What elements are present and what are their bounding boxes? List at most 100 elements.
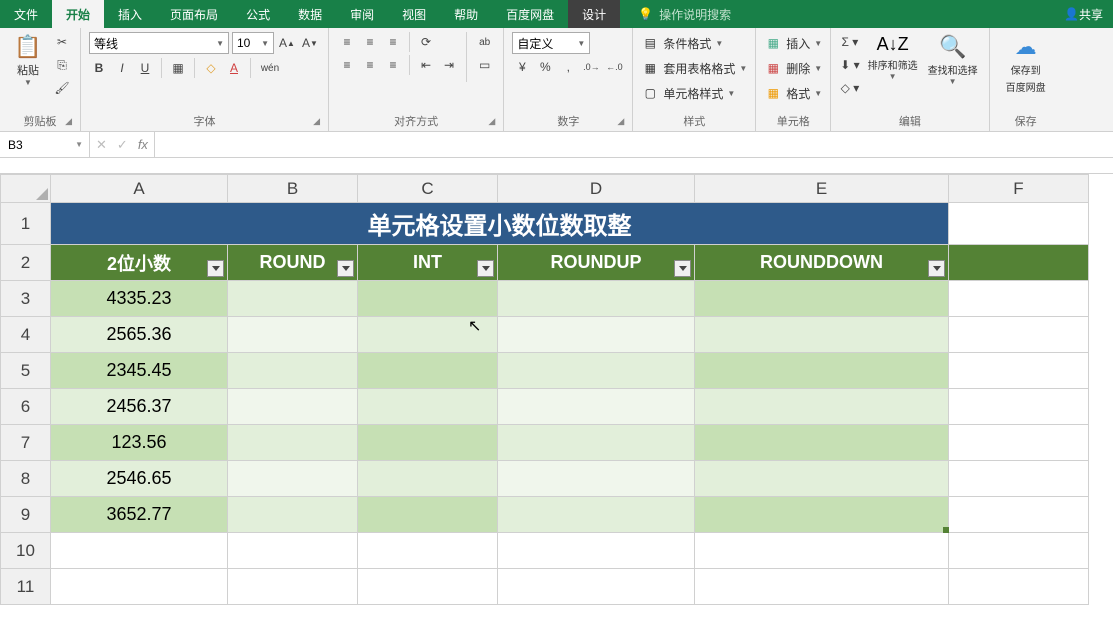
cell[interactable] (949, 497, 1089, 533)
decrease-indent-button[interactable]: ⇤ (416, 55, 436, 75)
cell[interactable] (228, 569, 358, 605)
increase-font-button[interactable]: A▲ (277, 33, 297, 53)
tell-me-search[interactable]: 💡 操作说明搜索 (638, 6, 731, 23)
tab-help[interactable]: 帮助 (440, 0, 492, 28)
cell[interactable]: 2345.45 (51, 353, 228, 389)
increase-indent-button[interactable]: ⇥ (439, 55, 459, 75)
comma-button[interactable]: , (558, 57, 578, 77)
border-button[interactable]: ▦ (168, 58, 188, 78)
col-header-D[interactable]: D (498, 175, 695, 203)
bold-button[interactable]: B (89, 58, 109, 78)
cell[interactable] (949, 281, 1089, 317)
cell[interactable] (695, 533, 949, 569)
cell[interactable]: 2456.37 (51, 389, 228, 425)
row-header[interactable]: 3 (1, 281, 51, 317)
cell[interactable] (358, 353, 498, 389)
share-button[interactable]: 👤 共享 (1064, 6, 1113, 23)
tab-page-layout[interactable]: 页面布局 (156, 0, 232, 28)
percent-button[interactable]: % (535, 57, 555, 77)
tab-design[interactable]: 设计 (568, 0, 620, 28)
autosum-button[interactable]: Σ ▾ (839, 32, 860, 52)
cell[interactable] (228, 389, 358, 425)
number-format-combo[interactable]: 自定义▼ (512, 32, 590, 54)
cell[interactable]: 2565.36 (51, 317, 228, 353)
col-header-F[interactable]: F (949, 175, 1089, 203)
title-cell[interactable]: 单元格设置小数位数取整 (51, 203, 949, 245)
cell[interactable] (51, 533, 228, 569)
formula-input[interactable] (155, 132, 1113, 157)
cell[interactable] (695, 497, 949, 533)
cell[interactable] (358, 569, 498, 605)
font-size-combo[interactable]: 10▼ (232, 32, 274, 54)
cell[interactable]: 3652.77 (51, 497, 228, 533)
increase-decimal-button[interactable]: .0→ (581, 57, 601, 77)
row-header[interactable]: 11 (1, 569, 51, 605)
conditional-format-button[interactable]: ▤条件格式▼ (641, 32, 747, 54)
cancel-formula-button[interactable]: ✕ (96, 137, 107, 153)
table-resize-handle[interactable] (943, 527, 949, 533)
cell[interactable] (358, 461, 498, 497)
launcher-icon[interactable]: ◢ (313, 116, 320, 127)
cell[interactable] (695, 317, 949, 353)
cell[interactable] (358, 497, 498, 533)
paste-button[interactable]: 📋 粘贴 ▼ (8, 32, 48, 89)
underline-button[interactable]: U (135, 58, 155, 78)
table-format-button[interactable]: ▦套用表格格式▼ (641, 57, 747, 79)
cell[interactable] (498, 461, 695, 497)
cell[interactable] (358, 281, 498, 317)
align-right-button[interactable]: ≡ (383, 55, 403, 75)
cell[interactable] (228, 533, 358, 569)
cell[interactable] (358, 389, 498, 425)
decrease-font-button[interactable]: A▼ (300, 33, 320, 53)
cell[interactable] (498, 425, 695, 461)
phonetic-button[interactable]: wén (257, 58, 283, 78)
cell[interactable] (695, 461, 949, 497)
italic-button[interactable]: I (112, 58, 132, 78)
cell[interactable] (949, 389, 1089, 425)
cell[interactable] (949, 245, 1089, 281)
align-bottom-button[interactable]: ≡ (383, 32, 403, 52)
col-header-C[interactable]: C (358, 175, 498, 203)
row-header[interactable]: 4 (1, 317, 51, 353)
launcher-icon[interactable]: ◢ (617, 116, 624, 127)
align-top-button[interactable]: ≡ (337, 32, 357, 52)
format-painter-button[interactable]: 🖌 (52, 78, 72, 98)
cell[interactable] (949, 353, 1089, 389)
cell[interactable] (498, 533, 695, 569)
cell[interactable]: 4335.23 (51, 281, 228, 317)
font-color-button[interactable]: A (224, 58, 244, 78)
insert-cells-button[interactable]: ▦插入▼ (764, 32, 822, 54)
wrap-text-button[interactable]: ab (474, 32, 495, 52)
fill-button[interactable]: ⬇ ▾ (839, 55, 860, 75)
tab-insert[interactable]: 插入 (104, 0, 156, 28)
tab-formulas[interactable]: 公式 (232, 0, 284, 28)
cell-styles-button[interactable]: ▢单元格样式▼ (641, 82, 747, 104)
col-header-A[interactable]: A (51, 175, 228, 203)
sort-filter-button[interactable]: A↓Z 排序和筛选 ▼ (865, 32, 921, 83)
tab-baidu[interactable]: 百度网盘 (492, 0, 568, 28)
cell[interactable] (695, 389, 949, 425)
cell[interactable] (498, 569, 695, 605)
cell[interactable]: 2546.65 (51, 461, 228, 497)
tab-view[interactable]: 视图 (388, 0, 440, 28)
cell[interactable] (358, 425, 498, 461)
cell[interactable] (228, 353, 358, 389)
header-cell[interactable]: ROUNDUP (498, 245, 695, 281)
cell[interactable] (358, 317, 498, 353)
spreadsheet-grid[interactable]: A B C D E F 1 单元格设置小数位数取整 2 2位小数 ROUND I… (0, 174, 1089, 605)
enter-formula-button[interactable]: ✓ (117, 137, 128, 153)
cell[interactable] (949, 425, 1089, 461)
cell[interactable] (498, 281, 695, 317)
save-baidu-button[interactable]: ☁ 保存到 百度网盘 (998, 32, 1054, 96)
cell[interactable] (498, 317, 695, 353)
font-name-combo[interactable]: 等线▼ (89, 32, 229, 54)
merge-button[interactable]: ▭ (474, 55, 495, 75)
tab-review[interactable]: 审阅 (336, 0, 388, 28)
fill-color-button[interactable]: ◇ (201, 58, 221, 78)
delete-cells-button[interactable]: ▦删除▼ (764, 57, 822, 79)
cell[interactable] (358, 533, 498, 569)
col-header-E[interactable]: E (695, 175, 949, 203)
orientation-button[interactable]: ⟳ (416, 32, 436, 52)
cut-button[interactable]: ✂ (52, 32, 72, 52)
currency-button[interactable]: ¥ (512, 57, 532, 77)
